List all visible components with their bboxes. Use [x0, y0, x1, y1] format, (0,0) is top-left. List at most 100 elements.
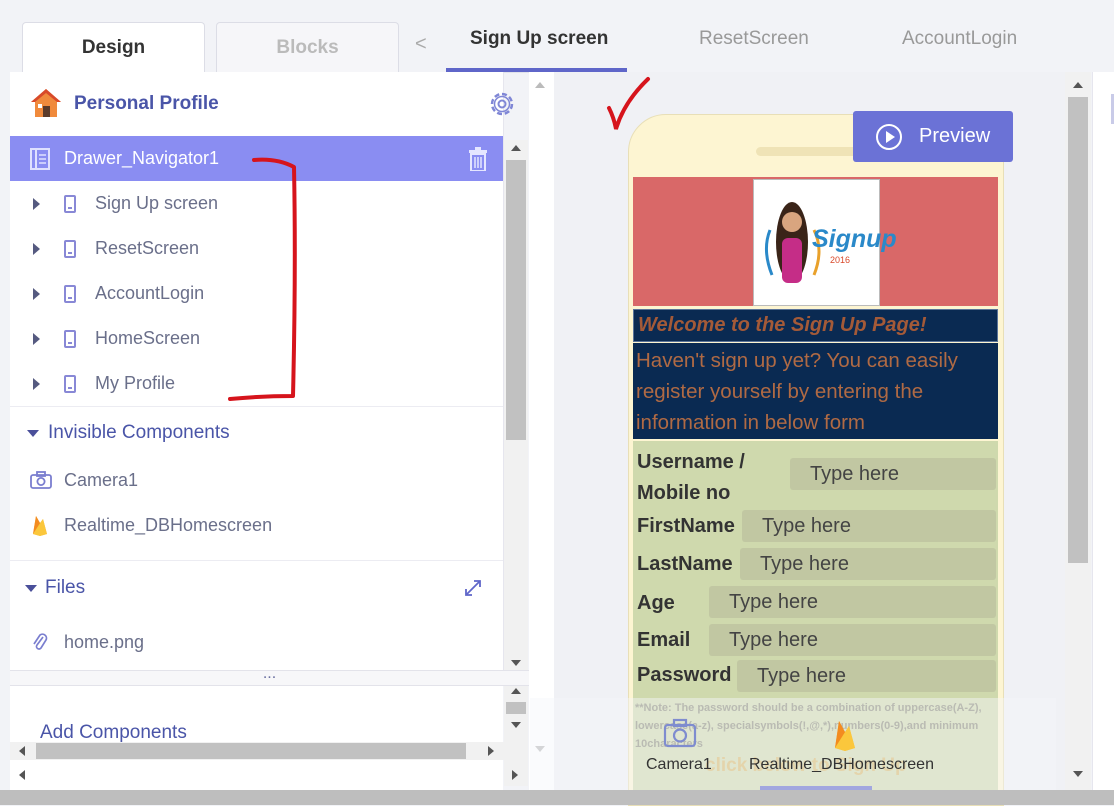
- firebase-icon[interactable]: [832, 718, 858, 752]
- header-banner: Signup 2016: [633, 177, 998, 306]
- screen-icon: [64, 239, 76, 258]
- tree-item-label: ResetScreen: [95, 238, 200, 258]
- palette-footer: [10, 760, 503, 790]
- project-header: Personal Profile: [10, 86, 514, 122]
- nonvisible-tray: [530, 698, 1056, 790]
- bottom-bar: [0, 790, 1114, 805]
- house-icon: [31, 89, 61, 117]
- add-components-title[interactable]: Add Components: [40, 722, 187, 742]
- field-label: Username / Mobile no: [637, 451, 745, 504]
- tree-scrollbar-thumb[interactable]: [506, 160, 526, 440]
- divider: [10, 560, 503, 561]
- splitter-handle: ...: [262, 665, 277, 682]
- play-icon: [876, 123, 902, 150]
- tree-item-label: Sign Up screen: [95, 193, 219, 213]
- phone-speaker: [756, 147, 860, 156]
- field-label: Email: [637, 629, 691, 651]
- palette-hscrollbar-thumb[interactable]: [36, 743, 466, 759]
- expand-arrow-icon[interactable]: [33, 377, 40, 390]
- preview-label: Preview: [919, 125, 991, 147]
- collapse-arrow-icon[interactable]: [25, 584, 37, 592]
- age-input[interactable]: Type here: [709, 586, 996, 618]
- expand-arrow-icon[interactable]: [33, 242, 40, 255]
- tab-sign-up-screen[interactable]: Sign Up screen: [470, 28, 608, 50]
- tree-item-label: Camera1: [64, 469, 139, 490]
- scroll-down-icon[interactable]: [511, 722, 521, 728]
- intro-text: Haven't sign up yet? You can easily regi…: [636, 349, 958, 434]
- password-input[interactable]: Type here: [737, 660, 996, 692]
- firstname-input[interactable]: Type here: [742, 510, 996, 542]
- gear-icon[interactable]: [488, 90, 516, 118]
- expand-icon[interactable]: [463, 578, 483, 598]
- camera-icon[interactable]: [663, 718, 697, 748]
- files-header[interactable]: Files: [10, 570, 503, 606]
- welcome-bar: Welcome to the Sign Up Page!: [633, 309, 998, 342]
- palette-scrollbar-thumb[interactable]: [506, 702, 526, 714]
- tree-item-label: Realtime_DBHomescreen: [64, 514, 273, 535]
- project-title: Personal Profile: [74, 93, 219, 114]
- scroll-down-icon[interactable]: [1073, 771, 1083, 777]
- firebase-icon: [33, 516, 47, 536]
- tree-item-label: AccountLogin: [95, 283, 205, 303]
- tab-blocks-label: Blocks: [276, 37, 339, 58]
- screen-icon: [64, 374, 76, 393]
- username-input[interactable]: Type here: [790, 458, 996, 490]
- viewer-scrollbar-thumb[interactable]: [1068, 97, 1088, 563]
- logo-text: Signup: [812, 225, 897, 253]
- scroll-tabs-left-icon[interactable]: <: [415, 33, 427, 56]
- form-row-age: Age Type here: [633, 583, 998, 621]
- field-label: LastName: [637, 553, 733, 575]
- tray-firebase-label: Realtime_DBHomescreen: [749, 756, 934, 773]
- section-title: Invisible Components: [48, 422, 230, 443]
- properties-panel: [1092, 72, 1114, 790]
- invisible-components-header[interactable]: Invisible Components: [10, 415, 503, 451]
- panel-splitter[interactable]: ...: [10, 666, 529, 686]
- field-label: Age: [637, 592, 675, 614]
- form-row-email: Email Type here: [633, 621, 998, 659]
- divider: [10, 406, 503, 407]
- scroll-up-icon[interactable]: [1073, 82, 1083, 88]
- section-title: Files: [45, 577, 86, 598]
- collapse-arrow-icon[interactable]: [27, 429, 39, 437]
- form-row-firstname: FirstName Type here: [633, 507, 998, 545]
- form-row-username: Username / Mobile no Type here: [633, 441, 998, 507]
- scroll-up-icon[interactable]: [511, 145, 521, 151]
- field-label: Password: [637, 664, 732, 686]
- tab-design-label: Design: [81, 37, 146, 58]
- screen-icon: [64, 284, 76, 303]
- tree-item-label: HomeScreen: [95, 328, 201, 348]
- scroll-left-icon[interactable]: [19, 770, 25, 780]
- email-input[interactable]: Type here: [709, 624, 996, 656]
- lastname-input[interactable]: Type here: [740, 548, 996, 580]
- tab-accountlogin[interactable]: AccountLogin: [902, 28, 1017, 50]
- file-item[interactable]: home.png: [10, 622, 503, 662]
- tray-camera-label: Camera1: [646, 756, 712, 773]
- scroll-down-icon[interactable]: [511, 660, 521, 666]
- trash-icon[interactable]: [468, 146, 488, 171]
- tree-item-label: My Profile: [95, 373, 176, 393]
- scroll-right-icon[interactable]: [488, 746, 494, 756]
- preview-button[interactable]: Preview: [853, 111, 1013, 162]
- navigator-icon: [30, 147, 50, 170]
- screen-icon: [64, 329, 76, 348]
- invisible-item-camera[interactable]: Camera1: [10, 458, 503, 502]
- expand-arrow-icon[interactable]: [33, 197, 40, 210]
- paperclip-icon: [33, 633, 48, 650]
- expand-arrow-icon[interactable]: [33, 332, 40, 345]
- expand-arrow-icon[interactable]: [33, 287, 40, 300]
- tab-blocks[interactable]: Blocks: [216, 22, 399, 73]
- invisible-item-firebase[interactable]: Realtime_DBHomescreen: [10, 503, 503, 547]
- scroll-left-icon[interactable]: [19, 746, 25, 756]
- scroll-right-icon[interactable]: [512, 770, 518, 780]
- form-row-password: Password Type here: [633, 659, 998, 697]
- tab-design[interactable]: Design: [22, 22, 205, 73]
- scroll-up-icon[interactable]: [535, 82, 545, 88]
- tab-resetscreen[interactable]: ResetScreen: [699, 28, 809, 50]
- welcome-title: Welcome to the Sign Up Page!: [638, 314, 927, 336]
- tree-item-label: Drawer_Navigator1: [64, 148, 220, 168]
- scroll-up-icon[interactable]: [511, 688, 521, 694]
- annotation-bracket: [228, 157, 297, 401]
- file-label: home.png: [64, 631, 145, 652]
- screen-icon: [64, 194, 76, 213]
- signup-logo: Signup 2016: [753, 179, 897, 306]
